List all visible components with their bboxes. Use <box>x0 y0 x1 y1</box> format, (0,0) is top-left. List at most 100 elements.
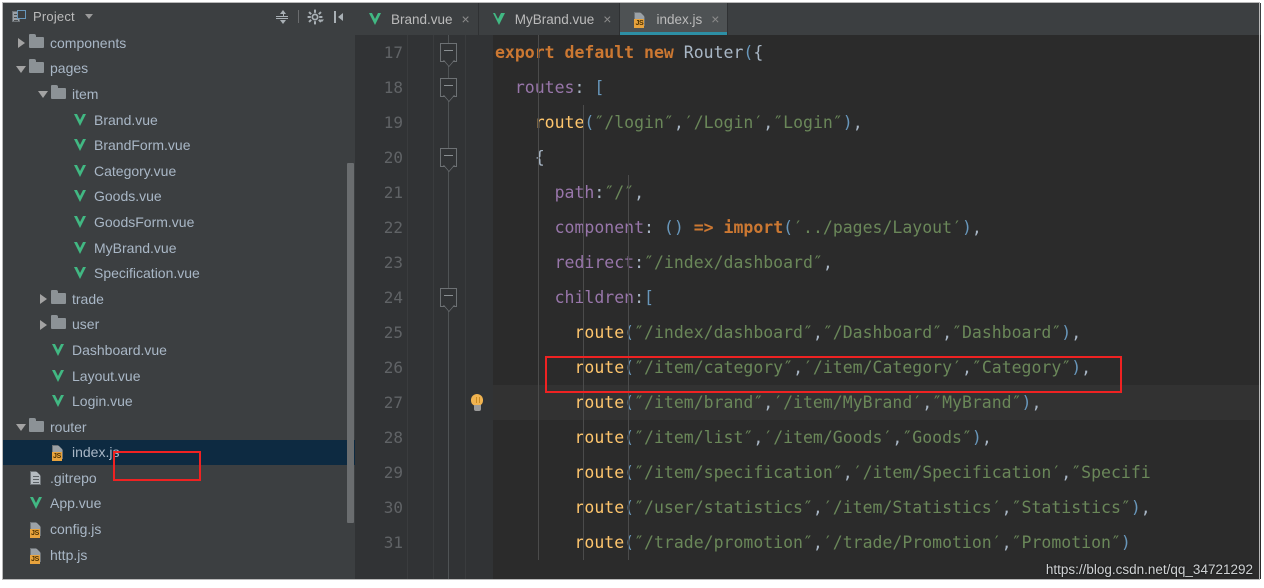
tab-label: MyBrand.vue <box>514 11 595 27</box>
tree-item-label: trade <box>72 290 104 307</box>
close-icon[interactable]: × <box>462 12 470 26</box>
twisty-open-icon[interactable] <box>15 62 28 75</box>
twisty-open-icon[interactable] <box>37 87 50 100</box>
tree-item-label: router <box>50 418 87 435</box>
folder-icon <box>50 315 68 332</box>
tab-label: Brand.vue <box>391 11 453 27</box>
tree-item-brandform-vue[interactable]: BrandForm.vue <box>3 132 355 158</box>
tree-item-label: config.js <box>50 521 102 538</box>
code-line[interactable]: route(″/item/category″,′/item/Category′,… <box>493 350 1261 385</box>
project-file-tree[interactable]: components pages item Brand.vue BrandForm.vu… <box>3 30 355 579</box>
js-file-icon: JS <box>28 547 46 564</box>
vue-file-icon <box>50 342 68 358</box>
js-file-icon: JS <box>28 521 46 539</box>
tree-item-mybrand-vue[interactable]: MyBrand.vue <box>3 235 355 261</box>
vue-file-icon <box>72 214 90 230</box>
tree-item-config-js[interactable]: JS config.js <box>3 516 355 542</box>
vue-file-icon <box>72 137 90 153</box>
code-line[interactable]: { <box>493 140 1261 175</box>
tree-item-gitrepo[interactable]: .gitrepo <box>3 465 355 491</box>
tree-item-goods-vue[interactable]: Goods.vue <box>3 184 355 210</box>
chevron-down-icon[interactable] <box>84 14 93 19</box>
twisty-closed-icon[interactable] <box>15 36 28 49</box>
tree-item-app-vue[interactable]: App.vue <box>3 491 355 517</box>
tree-item-label: Brand.vue <box>94 111 158 128</box>
code-line[interactable]: component: () => import(′../pages/Layout… <box>493 210 1261 245</box>
editor-tab-brand-vue[interactable]: Brand.vue × <box>355 3 479 35</box>
tree-item-trade[interactable]: trade <box>3 286 355 312</box>
code-line[interactable]: route(″/login″,′/Login′,″Login″), <box>493 105 1261 140</box>
toolbar-divider <box>298 10 299 23</box>
line-number: 24 <box>383 288 403 307</box>
twisty-open-icon[interactable] <box>15 420 28 433</box>
fold-toggle-icon[interactable] <box>440 288 457 312</box>
tree-item-user[interactable]: user <box>3 312 355 338</box>
close-icon[interactable]: × <box>711 12 719 26</box>
code-line[interactable]: export default new Router({ <box>493 35 1261 70</box>
code-text[interactable]: export default new Router({ routes: [ ro… <box>493 35 1261 579</box>
tree-item-label: Login.vue <box>72 393 133 410</box>
twisty-closed-icon[interactable] <box>37 292 50 305</box>
editor-tab-mybrand-vue[interactable]: MyBrand.vue × <box>479 3 621 35</box>
tree-item-label: http.js <box>50 546 88 563</box>
fold-toggle-icon[interactable] <box>440 78 457 102</box>
folder-icon <box>28 33 46 51</box>
project-panel-header: Project <box>3 3 355 30</box>
sidebar-scrollbar[interactable] <box>347 163 354 523</box>
code-line[interactable]: route(″/item/brand″,′/item/MyBrand′,″MyB… <box>493 385 1261 420</box>
tree-item-dashboard-vue[interactable]: Dashboard.vue <box>3 337 355 363</box>
tree-item-goodsform-vue[interactable]: GoodsForm.vue <box>3 209 355 235</box>
code-line[interactable]: route(″/item/specification″,′/item/Speci… <box>493 455 1261 490</box>
collapse-all-icon[interactable] <box>273 8 291 26</box>
line-number: 21 <box>383 183 403 202</box>
tree-item-category-vue[interactable]: Category.vue <box>3 158 355 184</box>
hide-panel-icon[interactable] <box>331 8 349 26</box>
indent-guide <box>583 105 584 560</box>
line-number: 18 <box>383 78 403 97</box>
line-number: 31 <box>383 533 403 552</box>
project-sidebar: Project components pages item Brand.vue … <box>3 3 355 579</box>
code-line[interactable]: route(″/trade/promotion″,′/trade/Promoti… <box>493 525 1261 560</box>
tree-item-specification-vue[interactable]: Specification.vue <box>3 260 355 286</box>
tree-item-brand-vue[interactable]: Brand.vue <box>3 107 355 133</box>
vue-file-icon <box>72 265 90 281</box>
tree-item-router[interactable]: router <box>3 414 355 440</box>
vue-file-icon <box>491 11 509 27</box>
code-line[interactable]: route(″/user/statistics″,′/item/Statisti… <box>493 490 1261 525</box>
tree-item-http-js[interactable]: JS http.js <box>3 542 355 568</box>
tree-item-components[interactable]: components <box>3 30 355 56</box>
code-line[interactable]: children:[ <box>493 280 1261 315</box>
tree-item-pages[interactable]: pages <box>3 56 355 82</box>
code-line[interactable]: routes: [ <box>493 70 1261 105</box>
editor-tab-index-js[interactable]: JS index.js × <box>620 3 729 35</box>
tree-item-layout-vue[interactable]: Layout.vue <box>3 363 355 389</box>
tree-item-label: item <box>72 85 99 102</box>
code-line[interactable]: redirect:″/index/dashboard″, <box>493 245 1261 280</box>
js-file-icon: JS <box>50 444 68 462</box>
tree-item-index-js[interactable]: JS index.js <box>3 439 355 466</box>
line-number-column: 17 18 19 20 21 22 23 24 25 26 27 28 29 30 31 <box>355 35 407 560</box>
vue-file-icon <box>50 368 68 384</box>
close-icon[interactable]: × <box>603 12 611 26</box>
code-view[interactable]: 17 18 19 20 21 22 23 24 25 26 27 28 29 30 31 export de… <box>355 35 1261 579</box>
intention-bulb-icon[interactable] <box>469 394 485 412</box>
twisty-closed-icon[interactable] <box>37 318 50 331</box>
code-line[interactable]: route(″/item/list″,′/item/Goods′,″Goods″… <box>493 420 1261 455</box>
line-number: 19 <box>383 113 403 132</box>
tree-item-label: .gitrepo <box>50 469 97 486</box>
fold-toggle-icon[interactable] <box>440 148 457 172</box>
code-line[interactable]: route(″/index/dashboard″,″/Dashboard″,″D… <box>493 315 1261 350</box>
settings-gear-icon[interactable] <box>306 8 324 26</box>
code-line[interactable]: path:″/″, <box>493 175 1261 210</box>
fold-toggle-icon[interactable] <box>440 43 457 67</box>
tree-item-item[interactable]: item <box>3 81 355 107</box>
tree-item-login-vue[interactable]: Login.vue <box>3 388 355 414</box>
editor-gutter[interactable]: 17 18 19 20 21 22 23 24 25 26 27 28 29 30 31 <box>355 35 493 579</box>
line-number: 26 <box>383 358 403 377</box>
tab-label: index.js <box>656 11 703 27</box>
